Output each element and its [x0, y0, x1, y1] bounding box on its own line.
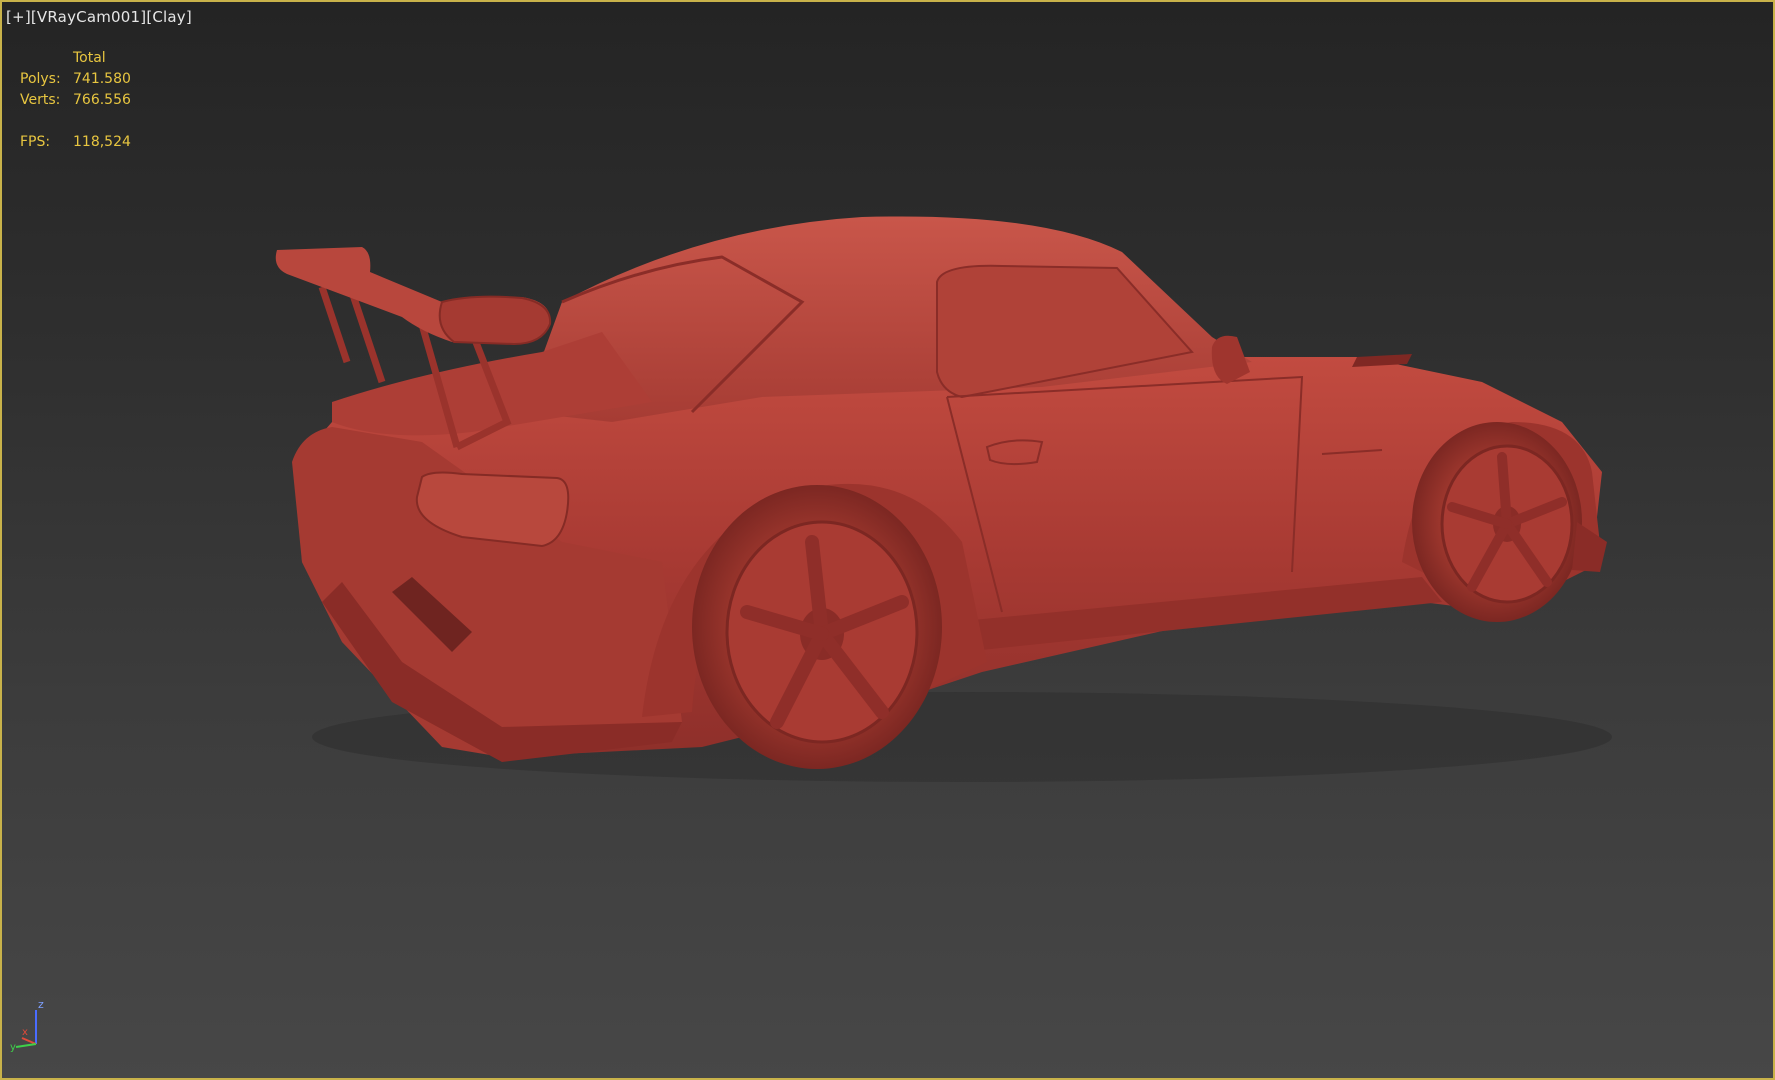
front-wheel [1412, 422, 1582, 622]
hood-vent [1352, 354, 1412, 367]
wing-endplate [438, 295, 552, 346]
y-axis-line [15, 1043, 37, 1048]
viewport-camera[interactable]: [+][VRayCam001][Clay] Total Polys: 741.58… [0, 0, 1775, 1080]
x-axis-line [21, 1037, 37, 1045]
z-axis-label: z [38, 998, 44, 1011]
axis-gizmo: z x y [10, 998, 44, 1052]
rear-wheel [692, 485, 942, 769]
y-axis-label: y [10, 1042, 16, 1052]
car-clay-model[interactable] [2, 2, 1775, 1080]
x-axis-label: x [22, 1027, 28, 1038]
